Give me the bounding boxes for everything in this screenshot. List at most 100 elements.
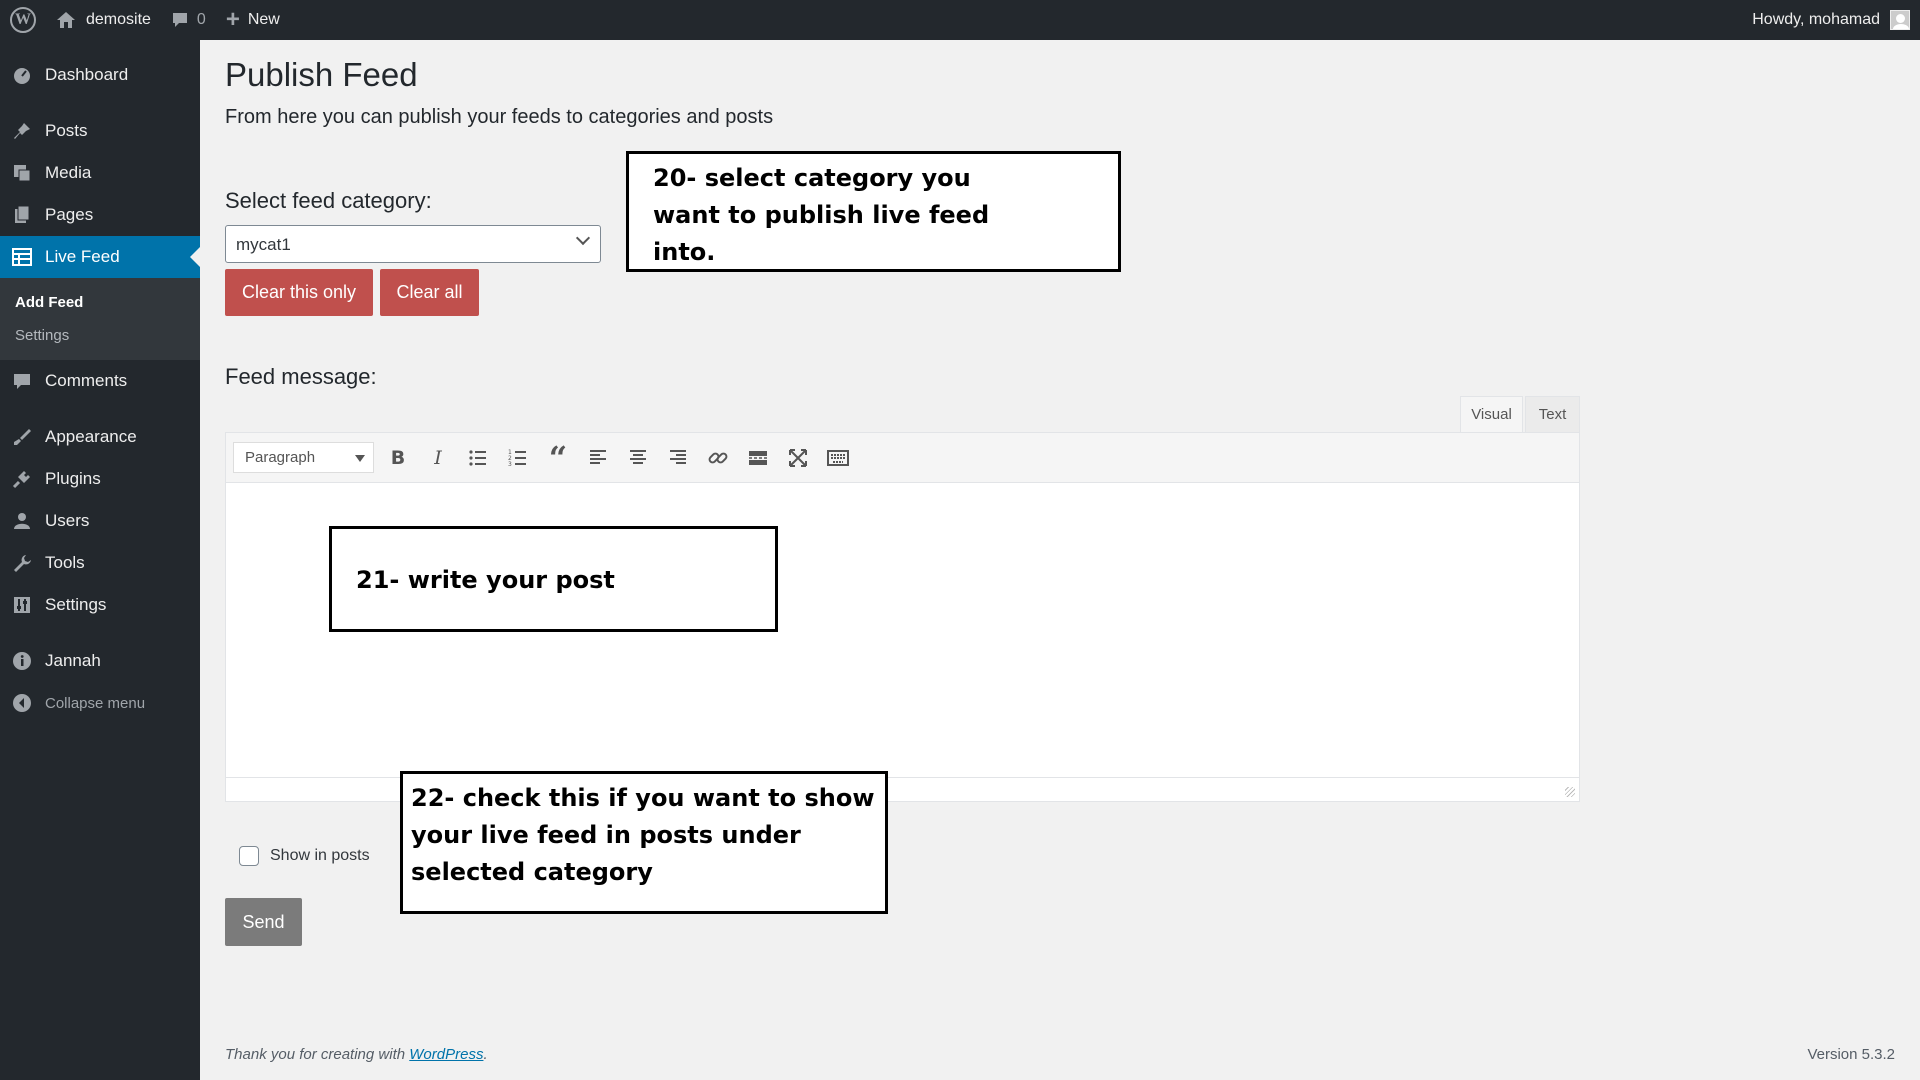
- bold-icon[interactable]: B: [383, 443, 413, 473]
- menu-item-settings[interactable]: Settings: [0, 584, 200, 626]
- callout-21: 21- write your post: [329, 526, 778, 632]
- category-value: mycat1: [236, 235, 291, 254]
- format-value: Paragraph: [245, 449, 316, 466]
- callout-20: 20- select category you want to publish …: [626, 151, 1121, 272]
- site-name-link[interactable]: demosite: [46, 0, 161, 40]
- menu-item-plugins[interactable]: Plugins: [0, 458, 200, 500]
- svg-text:3: 3: [508, 461, 512, 468]
- send-button[interactable]: Send: [225, 898, 302, 946]
- footer-version: Version 5.3.2: [1807, 1046, 1895, 1063]
- menu-item-comments[interactable]: Comments: [0, 360, 200, 402]
- menu-item-dashboard[interactable]: Dashboard: [0, 54, 200, 96]
- show-in-posts-row[interactable]: Show in posts: [239, 846, 370, 866]
- pin-icon: [12, 121, 32, 141]
- wordpress-logo[interactable]: W: [0, 0, 46, 40]
- menu-label: Posts: [45, 121, 88, 140]
- menu-label: Appearance: [45, 427, 137, 446]
- page-title: Publish Feed: [225, 56, 418, 93]
- menu-item-pages[interactable]: Pages: [0, 194, 200, 236]
- callout-line: your live feed in posts under: [411, 821, 801, 849]
- dropdown-arrow-icon: [355, 455, 365, 462]
- show-in-posts-label: Show in posts: [270, 847, 370, 864]
- collapse-arrow-icon: [12, 693, 32, 713]
- collapse-menu-button[interactable]: Collapse menu: [0, 682, 200, 724]
- menu-item-live-feed[interactable]: Live Feed: [0, 236, 200, 278]
- numbered-list-icon[interactable]: 123: [503, 443, 533, 473]
- admin-bar: W demosite 0 + New Howdy, mohamad: [0, 0, 1920, 40]
- bullet-list-icon[interactable]: [463, 443, 493, 473]
- menu-item-tools[interactable]: Tools: [0, 542, 200, 584]
- comments-link[interactable]: 0: [161, 0, 216, 40]
- site-name: demosite: [86, 11, 151, 28]
- callout-line: 22- check this if you want to show: [411, 784, 875, 812]
- clear-all-button[interactable]: Clear all: [380, 269, 479, 316]
- callout-line: selected category: [411, 858, 653, 886]
- info-icon: [12, 651, 32, 671]
- align-center-icon[interactable]: [623, 443, 653, 473]
- link-icon[interactable]: [703, 443, 733, 473]
- tab-visual[interactable]: Visual: [1460, 396, 1523, 432]
- table-icon: [12, 247, 32, 267]
- wordpress-link[interactable]: WordPress: [409, 1046, 483, 1063]
- format-select[interactable]: Paragraph: [233, 442, 374, 473]
- callout-line: 20- select category you: [653, 164, 971, 192]
- menu-label: Pages: [45, 205, 94, 224]
- align-left-icon[interactable]: [583, 443, 613, 473]
- menu-label: Users: [45, 511, 90, 530]
- collapse-label: Collapse menu: [45, 694, 146, 712]
- italic-icon[interactable]: I: [423, 443, 453, 473]
- callout-line: want to publish live feed: [653, 201, 990, 229]
- brush-icon: [12, 427, 32, 447]
- footer-thanks: Thank you for creating with WordPress.: [225, 1046, 488, 1063]
- menu-label: Comments: [45, 371, 128, 390]
- menu-label: Settings: [45, 595, 107, 614]
- category-select[interactable]: mycat1: [225, 225, 601, 263]
- category-label: Select feed category:: [225, 188, 432, 213]
- resize-handle[interactable]: [1565, 787, 1575, 797]
- menu-item-posts[interactable]: Posts: [0, 110, 200, 152]
- submenu-settings[interactable]: Settings: [0, 319, 200, 352]
- menu-label: Live Feed: [45, 247, 120, 266]
- new-content-link[interactable]: + New: [216, 0, 290, 40]
- align-right-icon[interactable]: [663, 443, 693, 473]
- footer-period: .: [483, 1046, 488, 1063]
- menu-label: Tools: [45, 553, 85, 572]
- home-icon: [57, 12, 75, 28]
- menu-label: Plugins: [45, 469, 101, 488]
- submenu-add-feed[interactable]: Add Feed: [0, 286, 200, 319]
- editor-toolbar: Paragraph B I 123 “: [226, 433, 1579, 483]
- avatar: [1890, 10, 1910, 30]
- pages-icon: [12, 205, 32, 225]
- keyboard-icon[interactable]: [823, 443, 853, 473]
- admin-menu: Dashboard Posts Media Pages Live Feed Ad…: [0, 40, 200, 1080]
- user-icon: [12, 511, 32, 531]
- callout-line: into.: [653, 238, 716, 266]
- menu-item-media[interactable]: Media: [0, 152, 200, 194]
- callout-22: 22- check this if you want to show your …: [400, 771, 888, 914]
- menu-item-users[interactable]: Users: [0, 500, 200, 542]
- plug-icon: [12, 469, 32, 489]
- menu-label: Dashboard: [45, 65, 129, 84]
- menu-item-jannah[interactable]: Jannah: [0, 640, 200, 682]
- menu-item-appearance[interactable]: Appearance: [0, 416, 200, 458]
- callout-line: 21- write your post: [356, 566, 615, 594]
- new-label: New: [247, 11, 280, 28]
- dashboard-icon: [12, 65, 32, 85]
- clear-this-only-button[interactable]: Clear this only: [225, 269, 373, 316]
- chevron-down-icon: [575, 230, 591, 246]
- fullscreen-icon[interactable]: [783, 443, 813, 473]
- page-description: From here you can publish your feeds to …: [225, 106, 774, 128]
- comments-count: 0: [196, 11, 206, 28]
- account-menu[interactable]: Howdy, mohamad: [1752, 10, 1920, 30]
- show-in-posts-checkbox[interactable]: [239, 846, 259, 866]
- blockquote-icon[interactable]: “: [543, 439, 573, 477]
- media-icon: [12, 163, 32, 183]
- tab-text[interactable]: Text: [1525, 396, 1580, 432]
- wrench-icon: [12, 553, 32, 573]
- feed-message-label: Feed message:: [225, 364, 377, 389]
- live-feed-submenu: Add Feed Settings: [0, 278, 200, 360]
- greeting: Howdy, mohamad: [1752, 11, 1880, 28]
- sliders-icon: [12, 595, 32, 615]
- read-more-icon[interactable]: [743, 443, 773, 473]
- footer-thanks-text: Thank you for creating with: [225, 1046, 410, 1063]
